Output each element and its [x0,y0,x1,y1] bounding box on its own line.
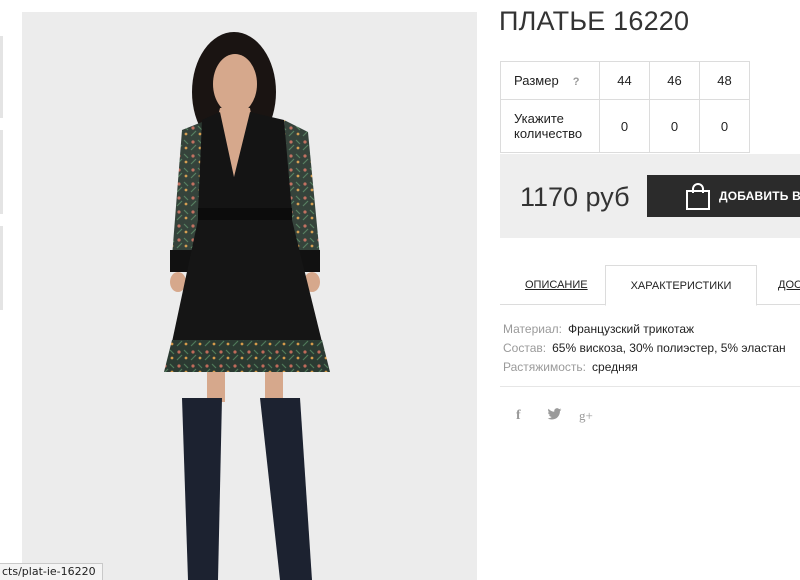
char-row-composition: Состав: 65% вискоза, 30% полиэстер, 5% эл… [503,341,786,355]
facebook-icon[interactable]: f [516,408,521,424]
size-row-label: Размер? [500,61,600,100]
thumbnail-2[interactable] [0,130,3,214]
size-44[interactable]: 44 [599,61,650,100]
tab-characteristics[interactable]: ХАРАКТЕРИСТИКИ [605,265,757,306]
size-46[interactable]: 46 [649,61,700,100]
tab-description[interactable]: ОПИСАНИЕ [525,265,588,305]
quantity-input-46[interactable]: 0 [649,99,700,153]
size-quantity-table: Размер? 44 46 48 Укажите количество 0 0 … [500,61,750,153]
price: 1170 руб [520,182,630,212]
purchase-box: 1170 руб ДОБАВИТЬ В З [500,154,800,238]
add-to-cart-button[interactable]: ДОБАВИТЬ В З [647,175,800,217]
thumbnail-1[interactable] [0,36,3,118]
char-row-material: Материал: Французский трикотаж [503,322,695,336]
quantity-label: Укажите количество [500,99,600,153]
google-plus-icon[interactable]: g+ [579,408,593,424]
dress-model-illustration [164,32,330,580]
add-to-cart-label: ДОБАВИТЬ В З [719,189,800,203]
shopping-bag-icon [686,183,710,210]
product-title: ПЛАТЬЕ 16220 [499,6,690,36]
status-bar-url: cts/plat-ie-16220 [0,563,103,580]
size-label: Размер [514,73,559,88]
characteristics-list: Материал: Французский трикотаж Состав: 65%… [503,320,786,377]
char-row-stretch: Растяжимость: средняя [503,360,638,374]
help-icon[interactable]: ? [573,76,580,88]
product-tabs: ОПИСАНИЕ ХАРАКТЕРИСТИКИ ДОС [500,265,800,306]
size-48[interactable]: 48 [699,61,750,100]
quantity-input-44[interactable]: 0 [599,99,650,153]
thumbnail-3[interactable] [0,226,3,310]
quantity-input-48[interactable]: 0 [699,99,750,153]
twitter-icon[interactable] [547,408,562,424]
tab-delivery[interactable]: ДОС [778,265,800,305]
divider [500,386,800,387]
product-photo[interactable] [22,12,477,580]
